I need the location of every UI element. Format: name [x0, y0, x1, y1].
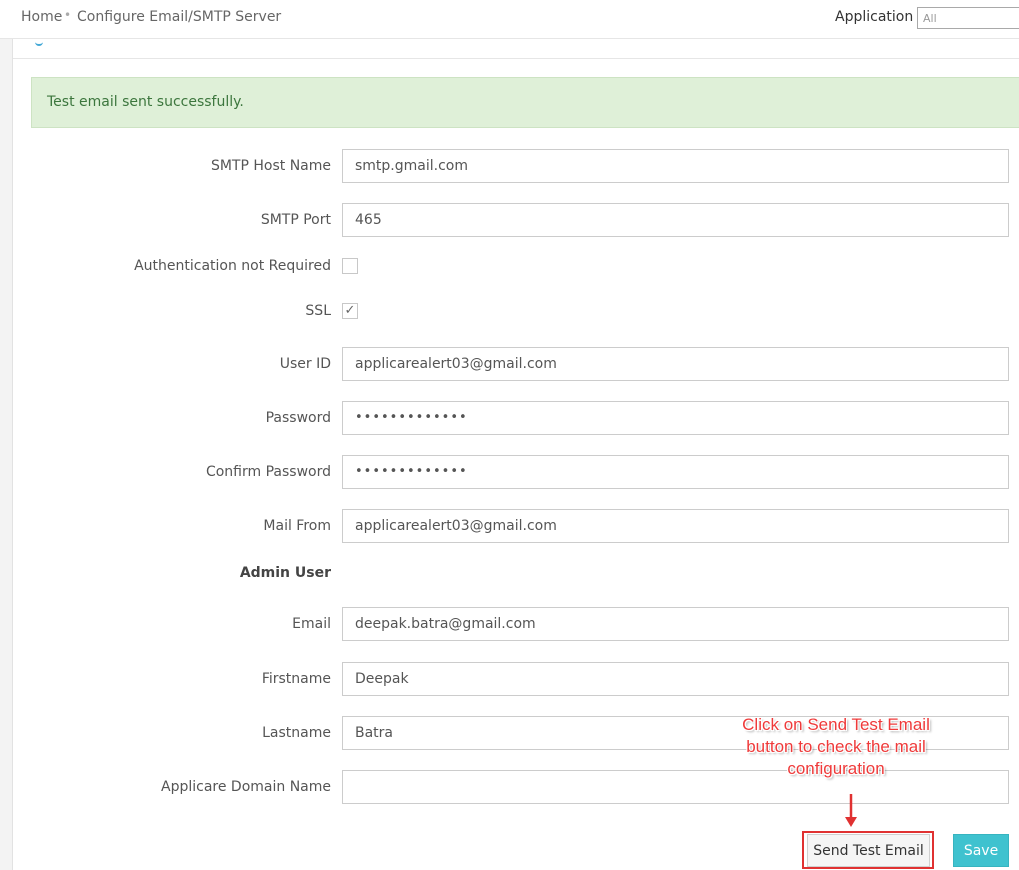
firstname-input[interactable]: Deepak	[342, 662, 1009, 696]
auth-not-required-label: Authentication not Required	[134, 258, 331, 274]
password-label: Password	[265, 410, 331, 426]
email-label: Email	[292, 616, 331, 632]
smtp-host-input[interactable]: smtp.gmail.com	[342, 149, 1009, 183]
success-alert-message: Test email sent successfully.	[47, 94, 244, 110]
email-input[interactable]: deepak.batra@gmail.com	[342, 607, 1009, 641]
breadcrumb-separator: •	[64, 8, 72, 22]
user-id-label: User ID	[279, 356, 331, 372]
ssl-checkbox[interactable]: ✓	[342, 303, 358, 319]
success-alert: Test email sent successfully.	[31, 77, 1019, 128]
top-bar: Home • Configure Email/SMTP Server Appli…	[0, 0, 1019, 39]
annotation-callout: Click on Send Test Email button to check…	[722, 714, 950, 780]
checkmark-icon: ✓	[344, 303, 356, 318]
lastname-label: Lastname	[262, 725, 331, 741]
ssl-label: SSL	[305, 303, 331, 319]
smtp-port-label: SMTP Port	[260, 212, 331, 228]
auth-not-required-checkbox[interactable]	[342, 258, 358, 274]
firstname-label: Firstname	[261, 671, 331, 687]
save-button[interactable]: Save	[953, 834, 1009, 867]
breadcrumb-home-link[interactable]: Home	[21, 9, 62, 25]
confirm-password-input[interactable]: •••••••••••••	[342, 455, 1009, 489]
mail-from-label: Mail From	[263, 518, 331, 534]
mail-from-input[interactable]: applicarealert03@gmail.com	[342, 509, 1009, 543]
annotation-line: configuration	[787, 759, 885, 778]
annotation-arrow-icon	[845, 794, 857, 827]
user-id-input[interactable]: applicarealert03@gmail.com	[342, 347, 1009, 381]
breadcrumb-current-page: Configure Email/SMTP Server	[77, 9, 282, 25]
annotation-highlight-box	[802, 831, 934, 869]
smtp-host-label: SMTP Host Name	[210, 158, 331, 174]
password-input[interactable]: •••••••••••••	[342, 401, 1009, 435]
admin-user-heading: Admin User	[239, 565, 331, 581]
smtp-port-input[interactable]: 465	[342, 203, 1009, 237]
application-filter-label: Application	[835, 9, 914, 25]
panel-header-icon	[35, 38, 43, 46]
left-page-edge	[0, 39, 13, 870]
annotation-line: button to check the mail	[746, 737, 926, 756]
annotation-line: Click on Send Test Email	[742, 715, 930, 734]
panel-header	[13, 39, 1019, 59]
confirm-password-label: Confirm Password	[205, 464, 331, 480]
application-select[interactable]: All	[917, 7, 1019, 29]
domain-name-label: Applicare Domain Name	[161, 779, 331, 795]
